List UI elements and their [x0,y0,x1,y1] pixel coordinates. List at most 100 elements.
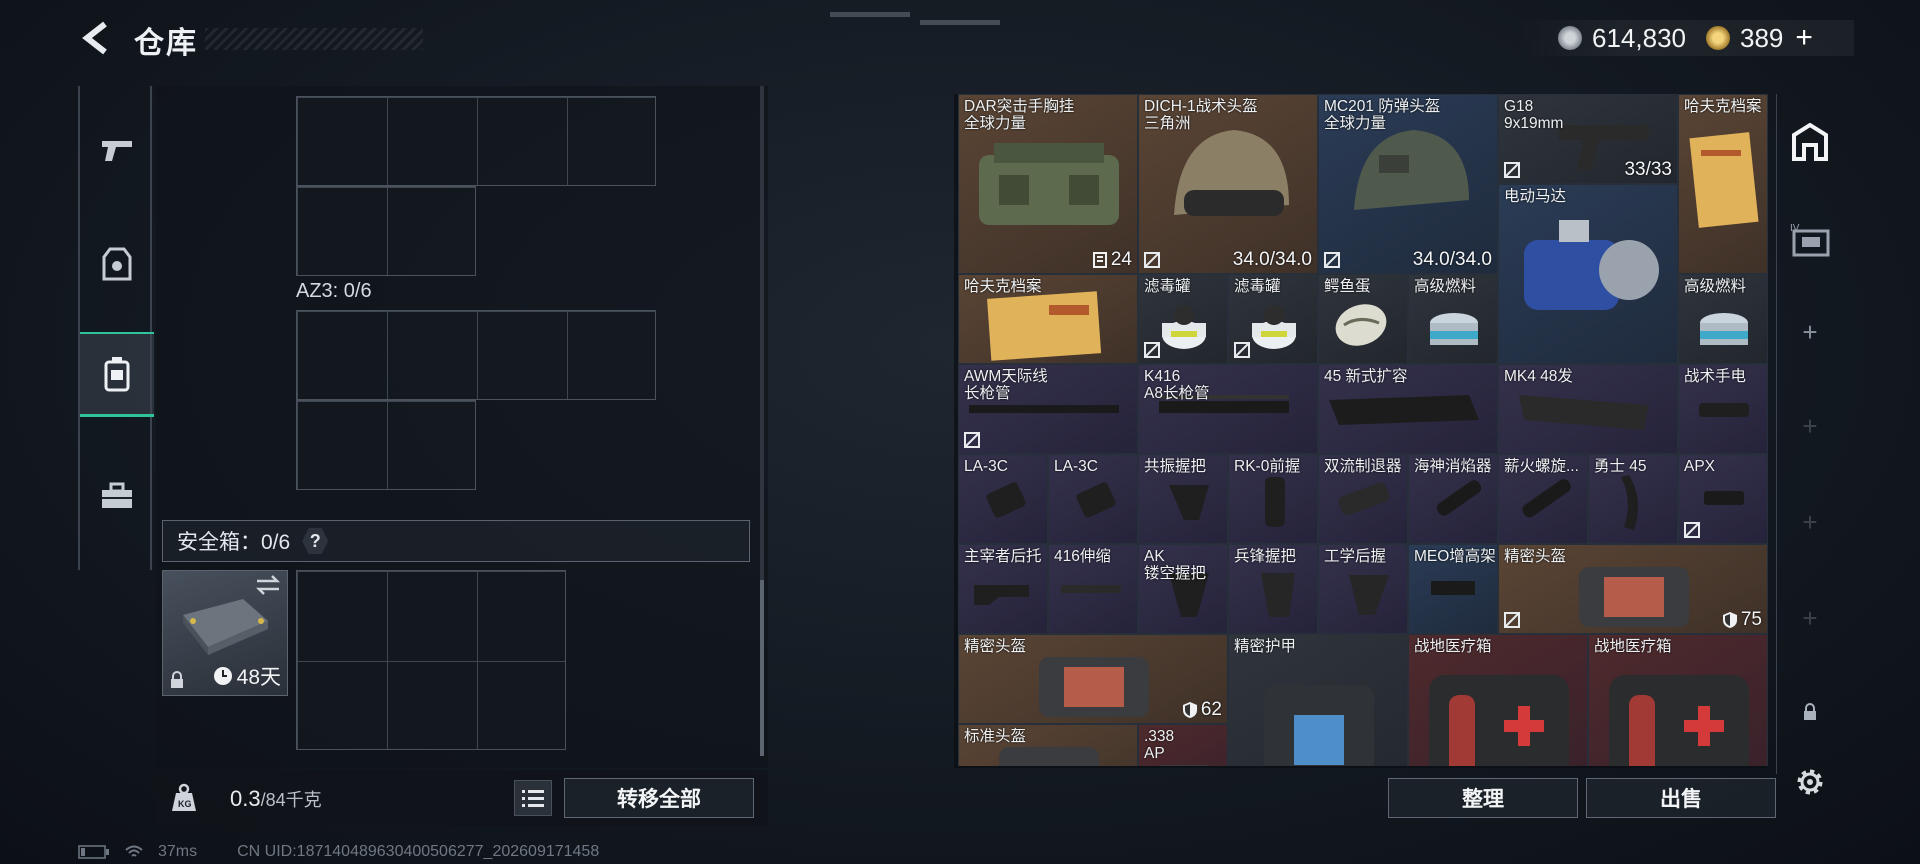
inventory-item[interactable]: .338 AP [1138,724,1228,766]
marked-tag-icon [1504,162,1520,178]
inventory-item[interactable]: MK4 48发 [1498,364,1678,454]
item-name: MC201 防弹头盔 全球力量 [1324,98,1441,132]
inventory-item[interactable]: 兵锋握把 [1228,544,1318,634]
inventory-item[interactable]: 高级燃料 [1678,274,1768,364]
warehouse-page-2[interactable]: IV [1777,214,1843,266]
item-name: 哈夫克档案 [1684,98,1762,115]
inventory-item[interactable]: MC201 防弹头盔 全球力量 34.0/34.0 [1318,94,1498,274]
tab-gear[interactable] [80,224,154,304]
warehouse-page-1[interactable] [1777,116,1843,168]
item-name: 45 新式扩容 [1324,368,1408,385]
arrange-button[interactable]: 整理 [1388,778,1578,818]
left-scrollbar-thumb[interactable] [760,580,764,756]
inventory-item[interactable]: 鳄鱼蛋 [1318,274,1408,364]
locked-page[interactable] [1777,692,1843,732]
inventory-item[interactable]: G18 9x19mm 33/33 [1498,94,1678,184]
add-page-button-3[interactable]: + [1777,496,1843,548]
help-button[interactable]: ? [302,528,329,554]
backpack-grid-upper[interactable] [296,96,656,186]
warehouse-page-rail: IV + + + + [1776,94,1842,774]
tab-toolbox[interactable] [80,456,154,536]
item-name: 高级燃料 [1684,278,1747,295]
marked-tag-icon [964,432,980,448]
az3-grid[interactable] [296,310,656,400]
battery-icon [78,845,109,859]
settings-button[interactable] [1792,764,1828,800]
add-page-button[interactable]: + [1777,306,1843,358]
inventory-item[interactable]: 双流制退器 [1318,454,1408,544]
inventory-item[interactable]: 416伸缩 [1048,544,1138,634]
inventory-item[interactable]: 滤毒罐 [1228,274,1318,364]
marked-tag-icon [1234,342,1250,358]
tab-weapons[interactable] [80,110,154,190]
inventory-item[interactable]: 工学后握 [1318,544,1408,634]
add-currency-button[interactable]: + [1795,23,1813,53]
swap-icon[interactable] [255,575,281,595]
status-bar: 37ms CN UID:18714048963040050627​7_20260… [78,843,599,861]
pistol-icon [102,141,132,161]
inventory-item[interactable]: LA-3C [1048,454,1138,544]
clock-icon [213,667,232,685]
list-icon [522,790,544,807]
item-value: 62 [1182,699,1222,721]
inventory-item[interactable]: 滤毒罐 [1138,274,1228,364]
tab-container[interactable] [80,332,154,417]
safe-box-header: 安全箱：0/6 ? [162,520,750,562]
inventory-item[interactable]: 精密头盔 75 [1498,544,1768,634]
inventory-item[interactable]: 主宰者后托 [958,544,1048,634]
capacity-icon [1092,252,1107,268]
transfer-all-button[interactable]: 转移全部 [564,778,754,818]
add-page-button-4[interactable]: + [1777,592,1843,644]
inventory-item[interactable]: K416 A8长枪管 [1138,364,1318,454]
inventory-item[interactable]: AWM天际线 长枪管 [958,364,1138,454]
item-name: 薪火螺旋... [1504,458,1579,475]
inventory-item[interactable]: LA-3C [958,454,1048,544]
safe-box-grid[interactable] [296,570,566,750]
inventory-item[interactable]: 45 新式扩容 [1318,364,1498,454]
item-name: 精密护甲 [1234,638,1297,655]
marked-tag-icon [1144,252,1160,268]
az3-grid-row2[interactable] [296,400,476,490]
inventory-item[interactable]: RK-0前握 [1228,454,1318,544]
item-value: 34.0/34.0 [1413,249,1492,271]
inventory-item[interactable]: 薪火螺旋... [1498,454,1588,544]
marked-tag-icon [1504,612,1520,628]
item-value: 75 [1722,609,1762,631]
item-name: RK-0前握 [1234,458,1301,475]
inventory-item[interactable]: 电动马达 [1498,184,1678,364]
inventory-item[interactable]: 战地医疗箱 [1588,634,1768,766]
inventory-item[interactable]: APX [1678,454,1768,544]
back-arrow-icon [82,21,107,55]
add-page-button-2[interactable]: + [1777,400,1843,452]
sell-button[interactable]: 出售 [1586,778,1776,818]
back-button[interactable] [78,18,114,58]
inventory-item[interactable]: MEO增高架 [1408,544,1498,634]
inventory-item[interactable]: 精密护甲 [1228,634,1408,766]
inventory-item[interactable]: DAR突击手胸挂 全球力量 24 [958,94,1138,274]
inventory-item[interactable]: 海神消焰器 [1408,454,1498,544]
inventory-item[interactable]: 战术手电 [1678,364,1768,454]
inventory-item[interactable]: 标准头盔 [958,724,1138,766]
silver-coin-icon [1558,26,1582,50]
inventory-item[interactable]: 哈夫克档案 [958,274,1138,364]
item-name: AK 镂空握把 [1144,548,1207,582]
inventory-item[interactable]: AK 镂空握把 [1138,544,1228,634]
inventory-item[interactable]: DICH-1战术头盔 三角洲 34.0/34.0 [1138,94,1318,274]
item-value: 33/33 [1624,159,1672,181]
item-value-text: 62 [1200,699,1222,720]
item-value-text: 24 [1110,249,1132,270]
item-name: K416 A8长枪管 [1144,368,1210,402]
inventory-item[interactable]: 共振握把 [1138,454,1228,544]
gear-icon [1797,769,1823,795]
item-name: 战地医疗箱 [1414,638,1492,655]
safe-box-item[interactable]: 48天 [162,570,288,696]
inventory-item[interactable]: 战地医疗箱 [1408,634,1588,766]
list-view-button[interactable] [514,780,552,816]
inventory-item[interactable]: 勇士 45 [1588,454,1678,544]
backpack-grid-upper-row2[interactable] [296,186,476,276]
item-name: 高级燃料 [1414,278,1477,295]
inventory-item[interactable]: 高级燃料 [1408,274,1498,364]
inventory-item[interactable]: 精密头盔 62 [958,634,1228,724]
user-uid: CN UID:18714048963040050627​7_2026091714… [237,843,600,860]
inventory-item[interactable]: 哈夫克档案 [1678,94,1768,274]
